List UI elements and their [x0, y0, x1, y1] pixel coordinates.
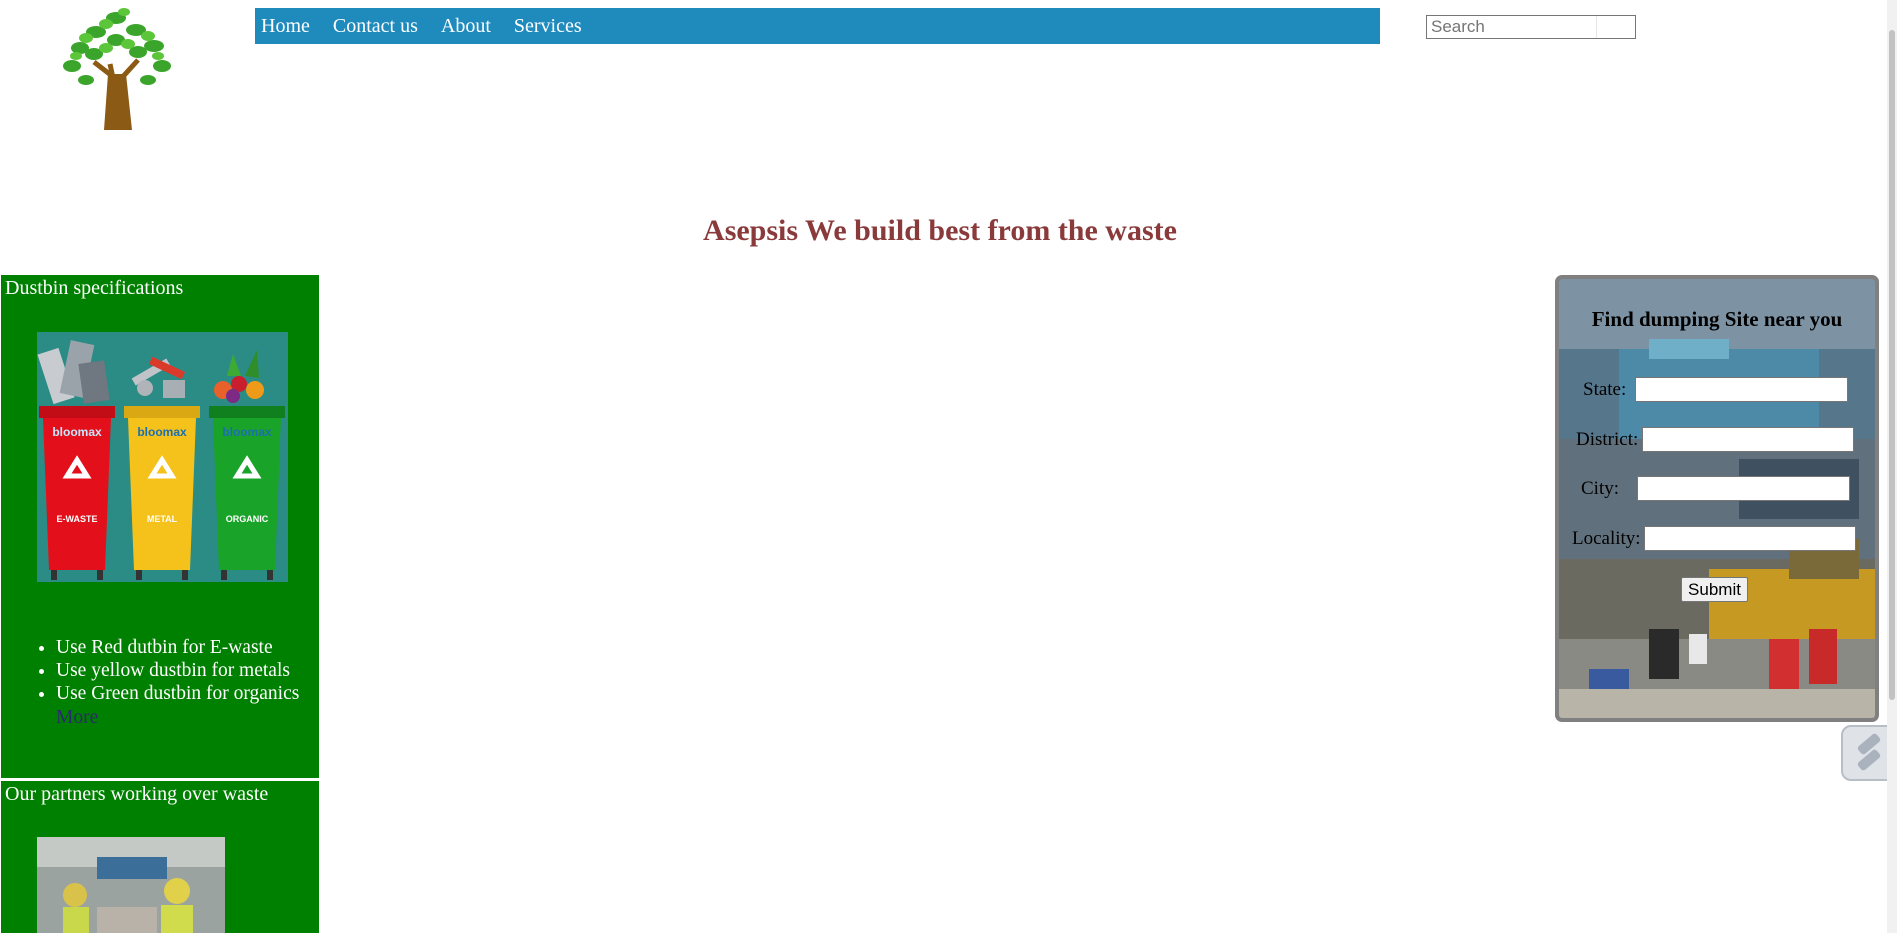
search-input[interactable]	[1426, 15, 1636, 39]
yellow-bin-icon: bloomax METAL	[124, 406, 200, 580]
nav-home[interactable]: Home	[255, 15, 317, 38]
state-input[interactable]	[1635, 377, 1848, 402]
red-bin-icon: bloomax E-WASTE	[39, 406, 115, 580]
main-nav: Home Contact us About Services	[255, 8, 1380, 44]
scrollbar-thumb[interactable]	[1889, 30, 1895, 700]
svg-text:bloomax: bloomax	[52, 425, 102, 439]
tree-logo	[63, 8, 171, 130]
submit-button[interactable]: Submit	[1681, 577, 1748, 602]
city-input[interactable]	[1637, 476, 1850, 501]
tip-item: Use yellow dustbin for metals	[56, 659, 299, 682]
page-title: Asepsis We build best from the waste	[703, 214, 1177, 247]
partners-panel-title: Our partners working over waste	[5, 783, 269, 805]
partners-photo	[37, 837, 225, 933]
nav-services[interactable]: Services	[507, 15, 589, 38]
svg-text:ORGANIC: ORGANIC	[226, 514, 269, 524]
svg-text:E-WASTE: E-WASTE	[56, 514, 97, 524]
tip-item: Use Green dustbin for organics	[56, 682, 299, 705]
find-dumping-site-form: Find dumping Site near you State: Distri…	[1555, 275, 1879, 722]
dustbin-specs-panel: Dustbin specifications bloomax E-WASTE b…	[1, 275, 319, 778]
svg-text:bloomax: bloomax	[137, 425, 187, 439]
city-label: City:	[1581, 478, 1620, 499]
locality-label: Locality:	[1572, 528, 1641, 549]
page: Home Contact us About Services Asepsis W…	[0, 0, 1897, 933]
district-label: District:	[1576, 429, 1639, 450]
dustbin-panel-title: Dustbin specifications	[5, 277, 184, 299]
nav-about[interactable]: About	[434, 15, 498, 38]
more-link[interactable]: More	[56, 707, 98, 729]
locality-input[interactable]	[1644, 526, 1856, 551]
nav-contact-us[interactable]: Contact us	[326, 15, 425, 38]
tip-item: Use Red dutbin for E-waste	[56, 636, 299, 659]
partners-panel: Our partners working over waste	[1, 781, 319, 933]
dustbin-tips-list: Use Red dutbin for E-waste Use yellow du…	[29, 636, 299, 705]
form-heading: Find dumping Site near you	[1591, 307, 1843, 331]
search-divider	[1596, 16, 1597, 38]
dustbins-image: bloomax E-WASTE bloomax METAL bloomax OR…	[37, 332, 288, 582]
svg-text:bloomax: bloomax	[222, 425, 272, 439]
state-label: State:	[1583, 379, 1627, 400]
svg-text:METAL: METAL	[147, 514, 178, 524]
green-bin-icon: bloomax ORGANIC	[209, 406, 285, 580]
district-input[interactable]	[1642, 427, 1854, 452]
